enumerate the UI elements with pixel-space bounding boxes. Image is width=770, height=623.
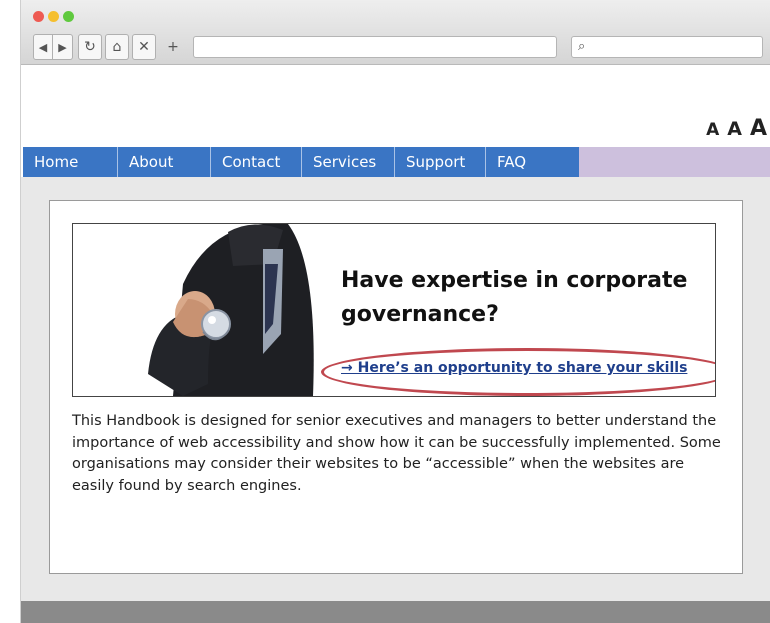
close-window-button[interactable]	[33, 11, 44, 22]
zoom-window-button[interactable]	[63, 11, 74, 22]
reload-button[interactable]: ↻	[78, 34, 102, 60]
text-size-small-button[interactable]: A	[706, 120, 719, 140]
footer-bar	[21, 601, 770, 623]
browser-window: ◀ ▶ ↻ ⌂ ✕ + ⌕ A A A Home About Contact S…	[20, 0, 770, 623]
browser-toolbar: ◀ ▶ ↻ ⌂ ✕ + ⌕	[21, 0, 770, 65]
search-field[interactable]: ⌕	[571, 36, 763, 58]
home-button[interactable]: ⌂	[105, 34, 129, 60]
nav-item-services[interactable]: Services	[302, 147, 395, 177]
content-area: Have expertise in corporate governance? …	[21, 177, 770, 623]
forward-icon: ▶	[58, 40, 67, 54]
minimize-window-button[interactable]	[48, 11, 59, 22]
nav-accent-bar	[579, 147, 770, 177]
back-icon: ◀	[38, 40, 48, 54]
highlight-ring	[321, 348, 715, 396]
text-size-medium-button[interactable]: A	[727, 118, 742, 140]
content-card: Have expertise in corporate governance? …	[49, 200, 743, 574]
stop-icon: ✕	[138, 39, 150, 55]
nav-item-home[interactable]: Home	[23, 147, 118, 177]
forward-button[interactable]: ▶	[53, 34, 73, 60]
intro-paragraph: This Handbook is designed for senior exe…	[72, 413, 721, 494]
nav-item-about[interactable]: About	[118, 147, 211, 177]
reload-icon: ↻	[84, 39, 96, 55]
businessman-photo	[148, 224, 314, 396]
text-size-controls: A A A	[706, 116, 767, 141]
new-tab-button[interactable]: +	[161, 34, 185, 60]
main-navigation: Home About Contact Services Support FAQ	[23, 147, 579, 177]
text-size-large-button[interactable]: A	[750, 116, 767, 141]
web-page: A A A Home About Contact Services Suppor…	[21, 65, 770, 623]
nav-item-support[interactable]: Support	[395, 147, 486, 177]
nav-item-faq[interactable]: FAQ	[486, 147, 579, 177]
stop-button[interactable]: ✕	[132, 34, 156, 60]
search-icon: ⌕	[578, 39, 586, 54]
plus-icon: +	[167, 39, 179, 55]
history-button-group: ◀ ▶	[33, 34, 73, 60]
nav-item-contact[interactable]: Contact	[211, 147, 302, 177]
address-bar[interactable]	[193, 36, 557, 58]
back-button[interactable]: ◀	[33, 34, 53, 60]
hero-banner: Have expertise in corporate governance? …	[72, 223, 716, 397]
hero-headline: Have expertise in corporate governance?	[341, 268, 688, 327]
home-icon: ⌂	[112, 39, 122, 55]
